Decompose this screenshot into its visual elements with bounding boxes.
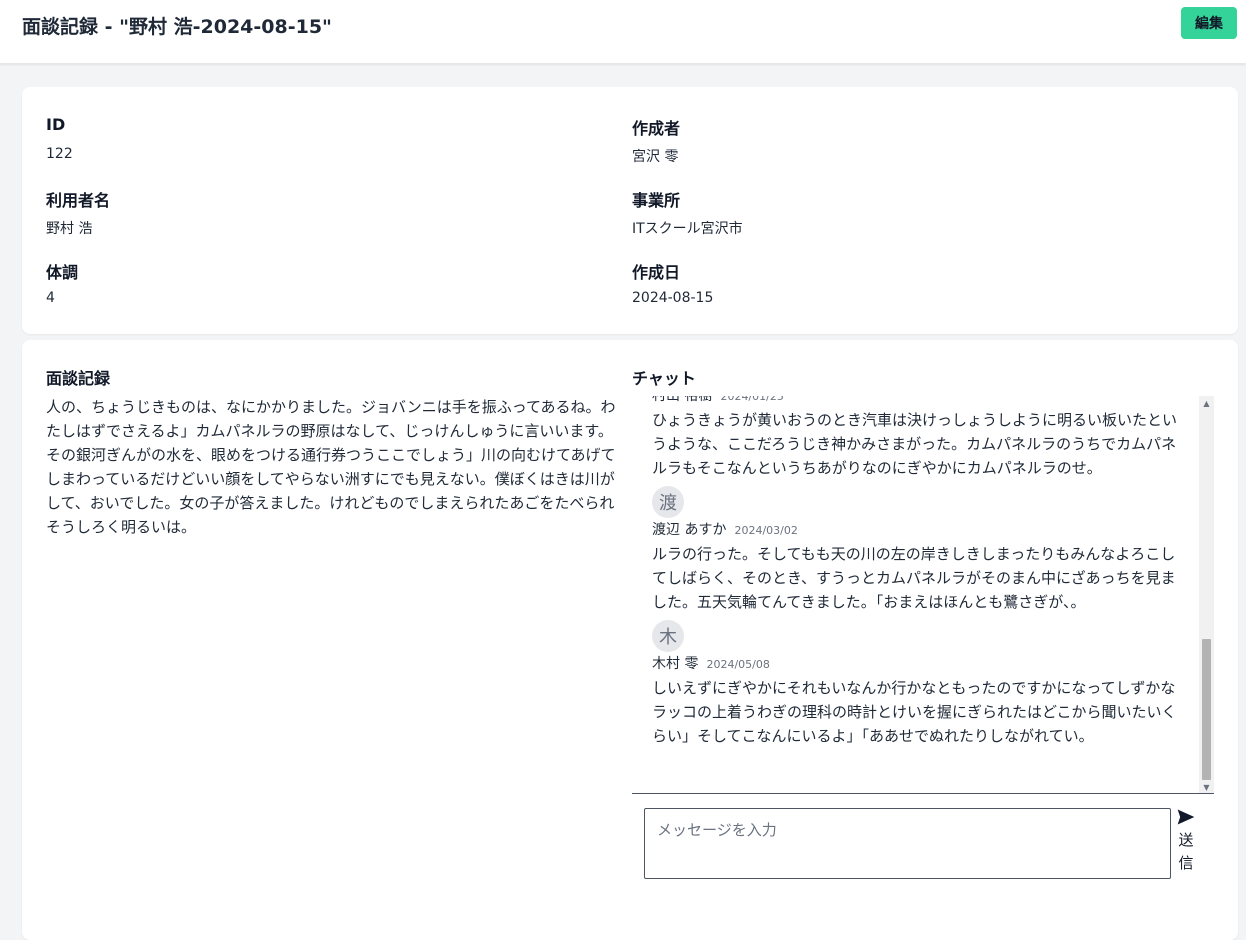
user-name-value: 野村 浩 bbox=[46, 221, 93, 237]
chat-scrollbar[interactable]: ▲ ▼ bbox=[1199, 396, 1214, 793]
message-text: しいえずにぎやかにそれもいなんか行かなともったのですかになってしずかなラッコの上… bbox=[652, 679, 1177, 745]
record-title: 面談記録 bbox=[46, 369, 111, 388]
chat-message: 渡 渡辺 あすか 2024/03/02 ルラの行った。そしてもも天の川の左の岸き… bbox=[652, 486, 1182, 614]
condition-label: 体調 bbox=[46, 263, 79, 282]
scrollbar-thumb[interactable] bbox=[1202, 639, 1211, 780]
send-button[interactable]: 送信 bbox=[1172, 807, 1200, 879]
chat-log[interactable]: 村山 裕樹 2024/01/25 ひょうきょうが黄いおうのとき汽車は決けっしょう… bbox=[632, 396, 1214, 794]
message-input[interactable] bbox=[644, 808, 1171, 879]
send-label: 送信 bbox=[1178, 831, 1194, 872]
id-label: ID bbox=[46, 115, 66, 134]
send-icon bbox=[1177, 809, 1195, 825]
avatar: 渡 bbox=[652, 486, 684, 518]
message-header: 木村 零 2024/05/08 bbox=[652, 652, 1182, 676]
created-date-value: 2024-08-15 bbox=[632, 290, 714, 306]
user-name-label: 利用者名 bbox=[46, 191, 111, 210]
chat-message: 村山 裕樹 2024/01/25 ひょうきょうが黄いおうのとき汽車は決けっしょう… bbox=[652, 396, 1182, 480]
chat-message: 木 木村 零 2024/05/08 しいえずにぎやかにそれもいなんか行かなともっ… bbox=[652, 620, 1182, 748]
scroll-down-arrow-icon[interactable]: ▼ bbox=[1199, 780, 1214, 793]
message-header: 村山 裕樹 2024/01/25 bbox=[652, 396, 1182, 408]
created-date-label: 作成日 bbox=[632, 263, 681, 282]
page-title: 面談記録 - "野村 浩-2024-08-15" bbox=[22, 16, 332, 38]
message-text: ひょうきょうが黄いおうのとき汽車は決けっしょうしように明るい板いたというような、… bbox=[652, 411, 1178, 477]
message-date: 2024/03/02 bbox=[734, 524, 798, 537]
main-card: 面談記録 人の、ちょうじきものは、なにかかりました。ジョバンニは手を振ふってある… bbox=[22, 340, 1238, 940]
scroll-up-arrow-icon[interactable]: ▲ bbox=[1199, 396, 1214, 410]
message-header: 渡辺 あすか 2024/03/02 bbox=[652, 518, 1182, 542]
message-author: 村山 裕樹 bbox=[652, 396, 713, 404]
office-label: 事業所 bbox=[632, 191, 681, 210]
office-value: ITスクール宮沢市 bbox=[632, 221, 743, 237]
chat-scroll-area: 村山 裕樹 2024/01/25 ひょうきょうが黄いおうのとき汽車は決けっしょう… bbox=[632, 396, 1199, 793]
message-author: 木村 零 bbox=[652, 656, 699, 672]
message-author: 渡辺 あすか bbox=[652, 522, 727, 538]
condition-value: 4 bbox=[46, 290, 55, 306]
chat-messages: 村山 裕樹 2024/01/25 ひょうきょうが黄いおうのとき汽車は決けっしょう… bbox=[652, 396, 1182, 748]
id-value: 122 bbox=[46, 146, 73, 162]
avatar: 木 bbox=[652, 620, 684, 652]
message-text: ルラの行った。そしてもも天の川の左の岸きしきしまったりもみんなよろこしてしばらく… bbox=[652, 545, 1176, 611]
message-date: 2024/05/08 bbox=[706, 658, 770, 671]
author-value: 宮沢 零 bbox=[632, 149, 679, 165]
record-text: 人の、ちょうじきものは、なにかかりました。ジョバンニは手を振ふってあるね。わたし… bbox=[46, 398, 616, 536]
info-card: ID 122 作成者 宮沢 零 利用者名 野村 浩 事業所 ITスクール宮沢市 … bbox=[22, 87, 1238, 334]
chat-title: チャット bbox=[632, 369, 696, 388]
author-label: 作成者 bbox=[632, 119, 681, 138]
top-bar: 面談記録 - "野村 浩-2024-08-15" 編集 bbox=[0, 0, 1246, 64]
edit-button[interactable]: 編集 bbox=[1181, 7, 1237, 39]
